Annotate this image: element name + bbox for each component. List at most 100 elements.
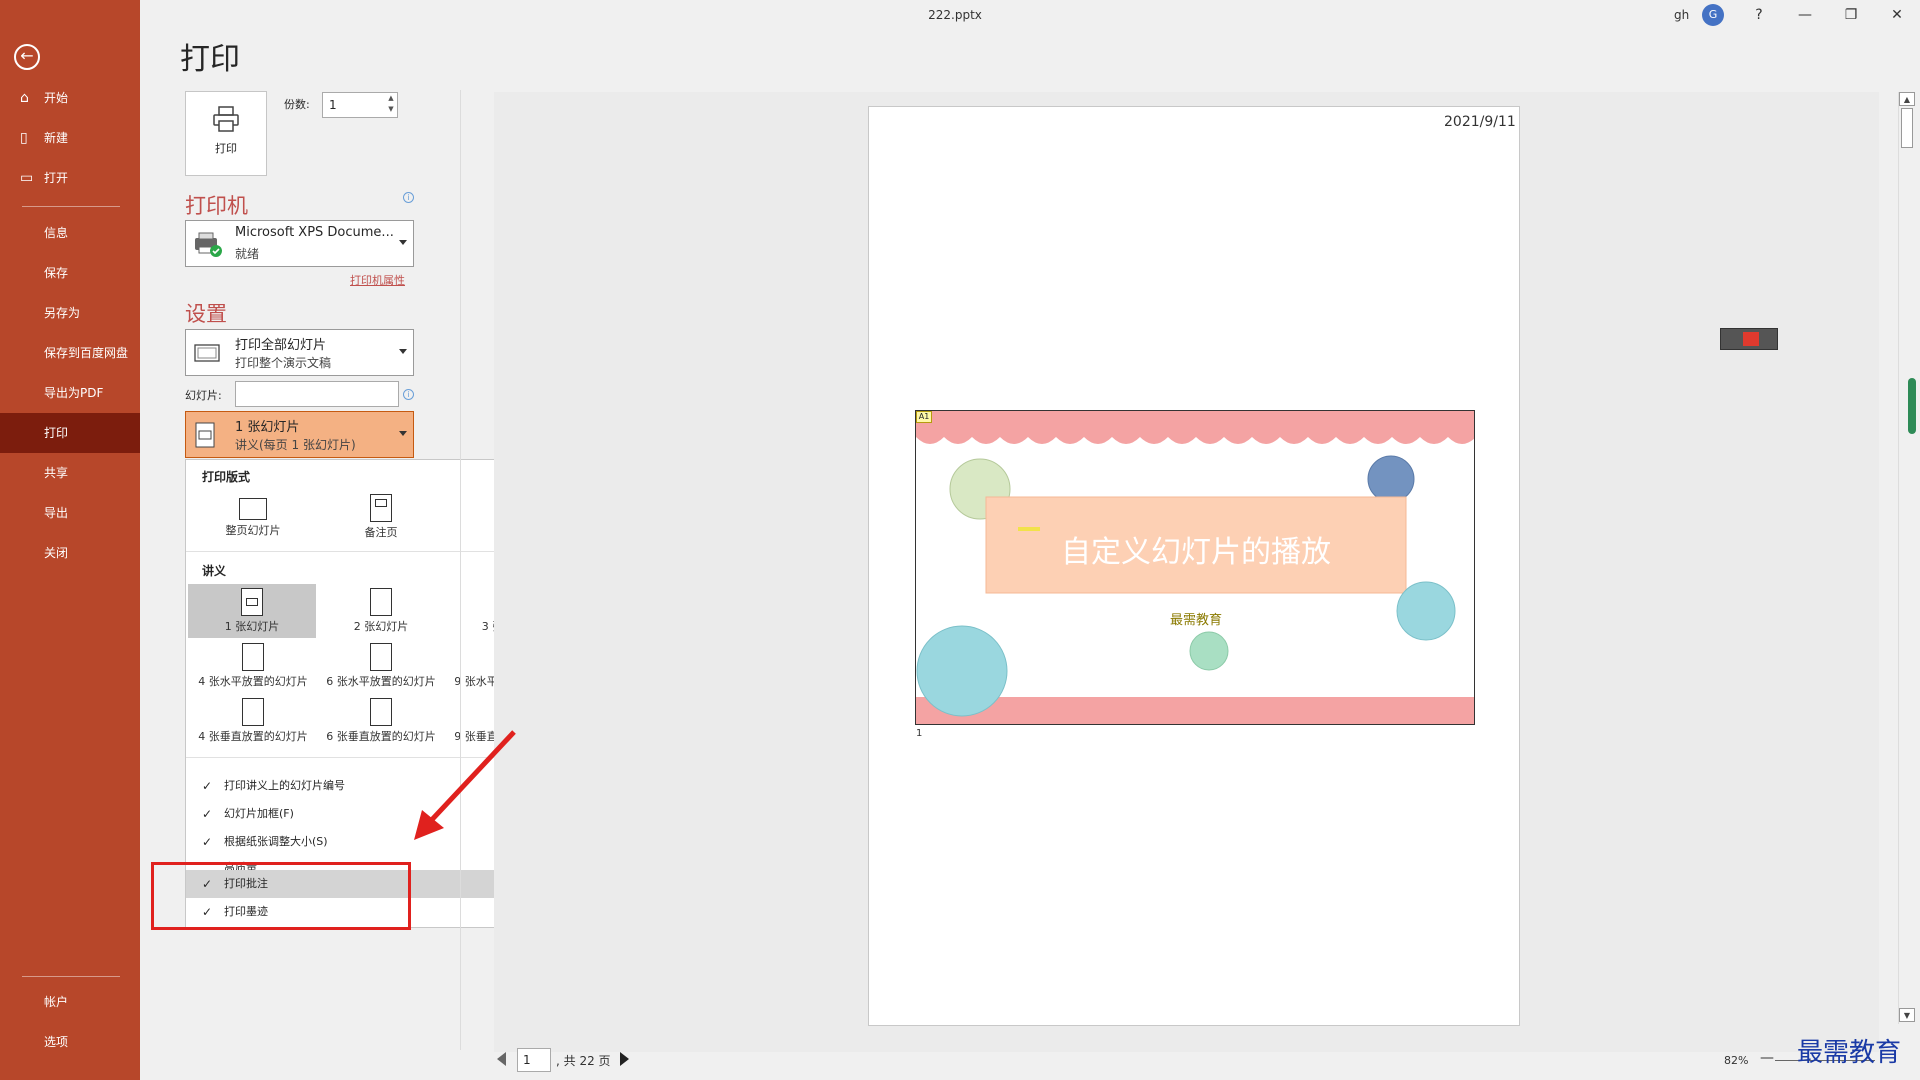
annotation-highlight-box: [151, 862, 411, 930]
printer-device-icon: [195, 232, 222, 257]
notes-page-icon: [370, 494, 392, 522]
layout-select[interactable]: 1 张幻灯片 讲义(每页 1 张幻灯片): [185, 411, 414, 458]
restore-button[interactable]: ❐: [1836, 4, 1866, 26]
preview-date: 2021/9/11: [1444, 114, 1516, 130]
nav-print[interactable]: 打印: [0, 413, 140, 453]
handout-6h-icon: [370, 643, 392, 671]
zoom-out-button[interactable]: —: [1760, 1050, 1774, 1066]
handouts-heading: 讲义: [202, 564, 227, 578]
nav-save[interactable]: 保存: [0, 253, 140, 293]
scroll-up-icon[interactable]: ▲: [1899, 92, 1915, 106]
handout-4-horizontal[interactable]: 4 张水平放置的幻灯片: [189, 639, 317, 693]
avatar[interactable]: G: [1702, 4, 1724, 26]
close-button[interactable]: ✕: [1882, 4, 1912, 26]
home-icon: ⌂: [20, 90, 29, 106]
spin-down-icon[interactable]: ▼: [385, 104, 397, 115]
full-page-slide-icon: [239, 498, 267, 520]
chevron-down-icon: [399, 240, 407, 245]
handout-1-icon: [241, 588, 263, 616]
handout-1-slide[interactable]: 1 张幻灯片: [188, 584, 316, 638]
next-page-icon[interactable]: [620, 1052, 629, 1066]
nav-home[interactable]: ⌂ 开始: [0, 78, 140, 118]
info-icon[interactable]: i: [403, 389, 414, 400]
printer-status: 就绪: [235, 247, 260, 261]
print-button[interactable]: 打印: [185, 91, 267, 176]
annotation-arrow: [414, 730, 516, 840]
page-title: 打印: [180, 42, 240, 77]
slide-subtitle: 最需教育: [1169, 613, 1222, 628]
copies-label: 份数:: [284, 98, 310, 111]
page-number-input[interactable]: 1: [517, 1048, 551, 1072]
print-range-select[interactable]: 打印全部幻灯片 打印整个演示文稿: [185, 329, 414, 376]
nav-account[interactable]: 帐户: [0, 982, 140, 1022]
nav-export-pdf[interactable]: 导出为PDF: [0, 373, 140, 413]
all-slides-icon: [194, 344, 220, 362]
vertical-scrollbar[interactable]: [1898, 92, 1914, 1024]
handout-one-slide-icon: [195, 422, 215, 448]
nav-close[interactable]: 关闭: [0, 533, 140, 573]
info-icon[interactable]: i: [403, 192, 414, 203]
pane-divider: [460, 90, 461, 1050]
window-title: 222.pptx: [928, 8, 982, 22]
handout-4-vertical[interactable]: 4 张垂直放置的幻灯片: [189, 694, 317, 748]
nav-new[interactable]: ▯ 新建: [0, 118, 140, 158]
scrollbar-thumb[interactable]: [1901, 108, 1913, 148]
print-layout-heading: 打印版式: [202, 470, 251, 484]
user-name[interactable]: gh: [1674, 8, 1689, 22]
nav-export[interactable]: 导出: [0, 493, 140, 533]
back-arrow-icon[interactable]: ←: [14, 44, 40, 70]
slides-input[interactable]: [235, 381, 399, 407]
slide-number: 1: [916, 728, 923, 739]
zoom-level[interactable]: 82%: [1724, 1054, 1748, 1067]
open-folder-icon: ▭: [20, 170, 34, 186]
printer-select[interactable]: Microsoft XPS Docume... 就绪: [185, 220, 414, 267]
chevron-down-icon: [399, 349, 407, 354]
handout-2-slides[interactable]: 2 张幻灯片: [317, 584, 445, 638]
chevron-down-icon: [399, 431, 407, 436]
nav-open[interactable]: ▭ 打开: [0, 158, 140, 198]
preview-slide: A1 自定义幻灯片的播放 最需教育: [915, 410, 1475, 725]
printer-icon: [213, 106, 239, 132]
side-handle[interactable]: [1908, 378, 1916, 434]
backstage-sidebar: ← ⌂ 开始 ▯ 新建 ▭ 打开 信息 保存 另存为 保存到百度网盘 导出为PDF 打…: [0, 0, 140, 1080]
app-badge-icon: [1743, 332, 1759, 346]
handout-2-icon: [370, 588, 392, 616]
checkmark-icon: ✓: [202, 835, 213, 849]
handout-4h-icon: [242, 643, 264, 671]
nav-separator: [22, 206, 120, 207]
slide-title: 自定义幻灯片的播放: [1061, 535, 1331, 570]
nav-separator: [22, 976, 120, 977]
slide-tag: A1: [916, 411, 932, 423]
layout-line2: 讲义(每页 1 张幻灯片): [235, 438, 356, 452]
printer-name: Microsoft XPS Docume...: [235, 225, 394, 240]
spin-up-icon[interactable]: ▲: [385, 93, 397, 104]
layout-line1: 1 张幻灯片: [235, 420, 300, 435]
floating-toolbar[interactable]: [1720, 328, 1778, 350]
minimize-button[interactable]: —: [1790, 4, 1820, 26]
printer-heading: 打印机: [185, 194, 248, 218]
nav-info[interactable]: 信息: [0, 213, 140, 253]
slides-label: 幻灯片:: [185, 389, 222, 402]
watermark: 最需教育: [1797, 1038, 1902, 1068]
layout-full-page[interactable]: 整页幻灯片: [189, 490, 317, 544]
scroll-down-icon[interactable]: ▼: [1899, 1008, 1915, 1022]
prev-page-icon[interactable]: [497, 1052, 506, 1066]
print-range-line1: 打印全部幻灯片: [235, 338, 327, 353]
nav-options[interactable]: 选项: [0, 1022, 140, 1062]
nav-share[interactable]: 共享: [0, 453, 140, 493]
help-button[interactable]: ?: [1744, 4, 1774, 26]
settings-heading: 设置: [185, 302, 227, 326]
page-total: , 共 22 页: [556, 1054, 611, 1068]
new-file-icon: ▯: [20, 130, 28, 146]
print-range-line2: 打印整个演示文稿: [235, 356, 332, 370]
printer-properties-link[interactable]: 打印机属性: [350, 272, 405, 288]
copies-stepper[interactable]: ▲ ▼: [385, 93, 397, 117]
nav-save-as[interactable]: 另存为: [0, 293, 140, 333]
nav-save-to-baidu[interactable]: 保存到百度网盘: [0, 333, 140, 373]
checkmark-icon: ✓: [202, 779, 213, 793]
print-button-label: 打印: [215, 142, 237, 155]
layout-notes-page[interactable]: 备注页: [317, 490, 445, 544]
handout-6-horizontal[interactable]: 6 张水平放置的幻灯片: [317, 639, 445, 693]
checkmark-icon: ✓: [202, 807, 213, 821]
handout-4v-icon: [242, 698, 264, 726]
